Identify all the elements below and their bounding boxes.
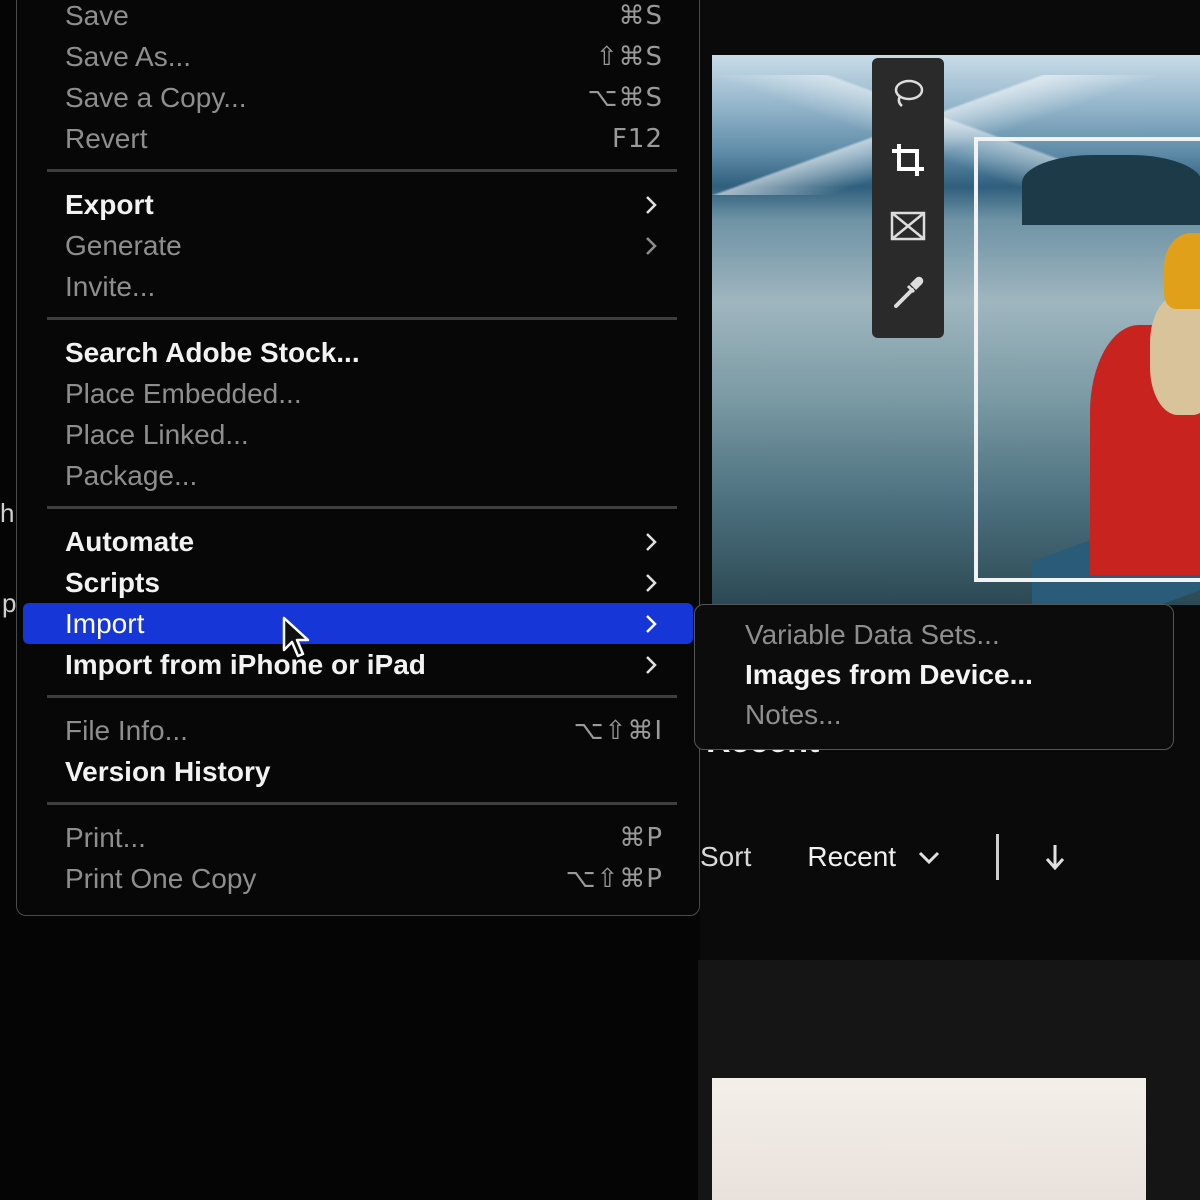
menu-item-label: Export bbox=[65, 188, 154, 220]
chevron-right-icon bbox=[646, 573, 657, 592]
eyedropper-tool-button[interactable] bbox=[886, 270, 930, 314]
menu-item-label: Revert bbox=[65, 122, 148, 154]
sort-dropdown[interactable]: Recent bbox=[807, 841, 896, 873]
eyedropper-icon bbox=[894, 276, 924, 308]
sort-label: Sort bbox=[700, 841, 752, 872]
crop-icon bbox=[892, 144, 924, 176]
chevron-right-icon bbox=[646, 655, 657, 674]
menu-item-shortcut: ⌘S bbox=[618, 0, 663, 31]
mouse-pointer-icon bbox=[282, 616, 310, 658]
menu-item-shortcut: F12 bbox=[611, 123, 663, 154]
menu-item-automate[interactable]: Automate bbox=[23, 521, 693, 562]
file-thumbnail[interactable] bbox=[712, 1078, 1146, 1200]
menu-item-print-one-copy[interactable]: Print One Copy ⌥⇧⌘P bbox=[23, 858, 693, 899]
menu-separator bbox=[47, 317, 677, 320]
menu-item-import-from-iphone[interactable]: Import from iPhone or iPad bbox=[23, 644, 693, 685]
menu-item-version-history[interactable]: Version History bbox=[23, 751, 693, 792]
import-submenu: Variable Data Sets... Images from Device… bbox=[694, 604, 1174, 750]
menu-item-scripts[interactable]: Scripts bbox=[23, 562, 693, 603]
chevron-right-icon bbox=[646, 236, 657, 255]
menu-separator bbox=[47, 695, 677, 698]
menu-item-label: Search Adobe Stock... bbox=[65, 336, 360, 368]
menu-item-label: Print... bbox=[65, 821, 146, 853]
menu-separator bbox=[47, 506, 677, 509]
menu-item-save[interactable]: Save ⌘S bbox=[23, 0, 693, 36]
menu-item-export[interactable]: Export bbox=[23, 184, 693, 225]
lasso-tool-button[interactable] bbox=[886, 72, 930, 116]
menu-item-shortcut: ⇧⌘S bbox=[595, 41, 663, 72]
partial-text-left: h bbox=[0, 498, 15, 528]
crop-selection-frame[interactable] bbox=[974, 137, 1200, 582]
chevron-down-icon[interactable] bbox=[916, 844, 942, 870]
crop-tool-button[interactable] bbox=[886, 138, 930, 182]
menu-item-shortcut: ⌘P bbox=[619, 822, 663, 853]
menu-item-save-a-copy[interactable]: Save a Copy... ⌥⌘S bbox=[23, 77, 693, 118]
menu-item-label: File Info... bbox=[65, 714, 188, 746]
document-photo[interactable] bbox=[712, 55, 1200, 605]
partial-text-left: p bbox=[2, 588, 17, 618]
menu-item-place-embedded[interactable]: Place Embedded... bbox=[23, 373, 693, 414]
menu-item-label: Place Embedded... bbox=[65, 377, 302, 409]
menu-separator bbox=[47, 169, 677, 172]
menu-item-label: Import from iPhone or iPad bbox=[65, 648, 426, 680]
tools-toolbar bbox=[872, 58, 944, 338]
submenu-item-variable-data-sets[interactable]: Variable Data Sets... bbox=[695, 615, 1173, 655]
menu-item-label: Package... bbox=[65, 459, 198, 491]
menu-item-shortcut: ⌥⇧⌘P bbox=[565, 863, 663, 894]
frame-tool-button[interactable] bbox=[886, 204, 930, 248]
chevron-right-icon bbox=[646, 614, 657, 633]
menu-item-import[interactable]: Import bbox=[23, 603, 693, 644]
menu-item-revert[interactable]: Revert F12 bbox=[23, 118, 693, 159]
menu-item-save-as[interactable]: Save As... ⇧⌘S bbox=[23, 36, 693, 77]
menu-item-file-info[interactable]: File Info... ⌥⇧⌘I bbox=[23, 710, 693, 751]
menu-item-label: Save As... bbox=[65, 40, 192, 72]
submenu-item-notes[interactable]: Notes... bbox=[695, 695, 1173, 735]
menu-item-label: Version History bbox=[65, 755, 271, 787]
menu-item-package[interactable]: Package... bbox=[23, 455, 693, 496]
menu-item-place-linked[interactable]: Place Linked... bbox=[23, 414, 693, 455]
sort-bar: Sort Recent bbox=[700, 832, 1200, 882]
menu-item-label: Generate bbox=[65, 229, 182, 261]
menu-item-label: Invite... bbox=[65, 270, 156, 302]
menu-item-label: Automate bbox=[65, 525, 195, 557]
lasso-icon bbox=[894, 79, 924, 107]
menu-item-label: Save a Copy... bbox=[65, 81, 247, 113]
menu-item-generate[interactable]: Generate bbox=[23, 225, 693, 266]
menu-separator bbox=[47, 802, 677, 805]
menu-item-invite[interactable]: Invite... bbox=[23, 266, 693, 307]
menu-item-label: Import bbox=[65, 607, 145, 639]
menu-item-label: Print One Copy bbox=[65, 862, 257, 894]
sort-direction-arrow-icon[interactable] bbox=[1043, 842, 1067, 872]
file-menu: Save ⌘S Save As... ⇧⌘S Save a Copy... ⌥⌘… bbox=[16, 0, 700, 916]
sort-divider bbox=[996, 834, 1000, 880]
menu-item-search-adobe-stock[interactable]: Search Adobe Stock... bbox=[23, 332, 693, 373]
menu-item-label: Save bbox=[65, 0, 129, 31]
submenu-item-images-from-device[interactable]: Images from Device... bbox=[695, 655, 1173, 695]
chevron-right-icon bbox=[646, 532, 657, 551]
menu-item-print[interactable]: Print... ⌘P bbox=[23, 817, 693, 858]
menu-item-label: Scripts bbox=[65, 566, 160, 598]
menu-item-label: Place Linked... bbox=[65, 418, 249, 450]
menu-item-shortcut: ⌥⇧⌘I bbox=[573, 715, 663, 746]
frame-icon bbox=[890, 211, 926, 241]
chevron-right-icon bbox=[646, 195, 657, 214]
menu-item-shortcut: ⌥⌘S bbox=[587, 82, 663, 113]
